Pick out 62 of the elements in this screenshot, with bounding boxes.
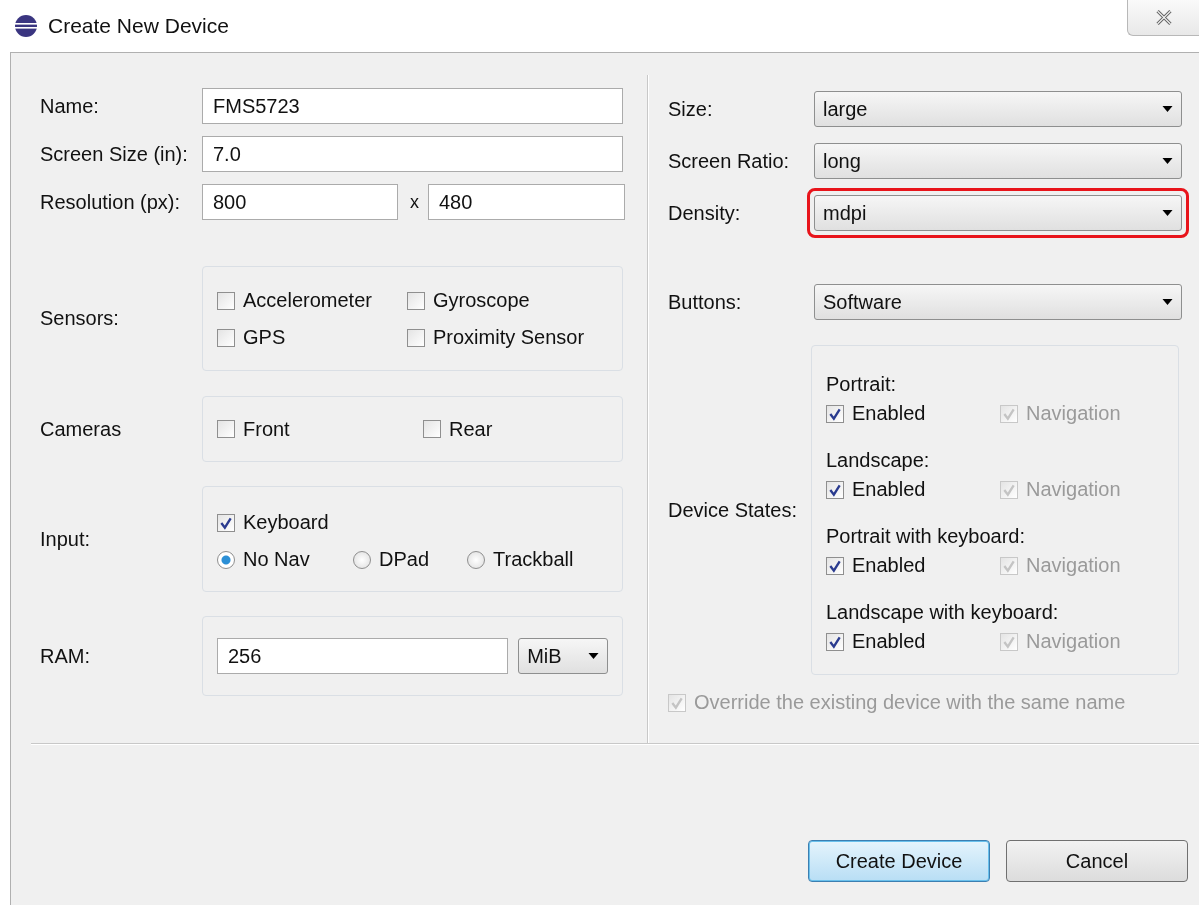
checkbox[interactable]: Proximity Sensor	[407, 326, 608, 349]
separator-text: x	[410, 191, 418, 213]
caret-icon	[588, 653, 599, 659]
ram-field[interactable]: 256	[217, 638, 509, 674]
check-icon	[828, 634, 842, 649]
check-icon	[670, 695, 684, 710]
group-label: Cameras	[40, 417, 123, 441]
check-icon	[828, 482, 842, 497]
check-icon	[1002, 558, 1016, 573]
check-icon	[828, 406, 842, 421]
field-label: Name:	[40, 94, 100, 118]
checkbox[interactable]: Enabled	[826, 630, 1000, 653]
close-icon	[1154, 10, 1173, 25]
group-label: Input:	[40, 527, 92, 551]
checkbox[interactable]: Gyroscope	[407, 289, 608, 312]
checkbox[interactable]: Enabled	[826, 402, 1000, 425]
checkbox[interactable]: Enabled	[826, 554, 1000, 577]
width-field[interactable]: 800	[202, 184, 398, 220]
caret-icon	[1162, 210, 1173, 216]
group-label: Device States:	[668, 498, 798, 522]
caret-icon	[1162, 158, 1173, 164]
caret-icon	[1162, 299, 1173, 305]
field-label: Density:	[668, 201, 742, 225]
window-title: Create New Device	[48, 14, 229, 38]
checkbox[interactable]: Enabled	[826, 478, 1000, 501]
height-field[interactable]: 480	[428, 184, 625, 220]
section-label: Landscape:	[826, 448, 931, 473]
dropdown[interactable]: long	[814, 143, 1182, 179]
caret-icon	[1162, 106, 1173, 112]
check-icon	[219, 515, 233, 530]
check-icon	[1002, 406, 1016, 421]
field-label: Screen Ratio:	[668, 149, 791, 173]
radio-button[interactable]: Trackball	[467, 548, 574, 571]
field-label: Size:	[668, 97, 714, 121]
checkbox[interactable]: Front	[217, 417, 423, 441]
dropdown[interactable]: mdpi	[814, 195, 1182, 231]
screen-size-field[interactable]: 7.0	[202, 136, 623, 172]
dialog-button[interactable]: Create Device	[808, 840, 990, 882]
field-label: Buttons:	[668, 290, 743, 314]
dropdown[interactable]: large	[814, 91, 1182, 127]
field-label: Resolution (px):	[40, 190, 182, 214]
group-label: Sensors:	[40, 307, 120, 330]
checkbox[interactable]: Accelerometer	[217, 289, 407, 312]
unit-dropdown[interactable]: MiB	[518, 638, 608, 674]
dialog-button[interactable]: Cancel	[1006, 840, 1188, 882]
check-icon	[828, 558, 842, 573]
check-icon	[1002, 634, 1016, 649]
radio-button[interactable]: DPad	[353, 548, 467, 571]
checkbox[interactable]: GPS	[217, 326, 407, 349]
close-button[interactable]	[1127, 0, 1199, 36]
check-icon	[1002, 482, 1016, 497]
field-label: Screen Size (in):	[40, 142, 189, 166]
dropdown[interactable]: Software	[814, 284, 1182, 320]
section-label: Portrait:	[826, 372, 898, 397]
app-logo-icon	[14, 14, 38, 38]
group-label: RAM:	[40, 644, 91, 668]
checkbox[interactable]: Rear	[423, 417, 608, 441]
section-label: Portrait with keyboard:	[826, 524, 1026, 549]
section-label: Landscape with keyboard:	[826, 600, 1060, 625]
name-field[interactable]: FMS5723	[202, 88, 623, 124]
radio-button[interactable]: No Nav	[217, 548, 353, 571]
checkbox[interactable]: Keyboard	[217, 511, 329, 534]
